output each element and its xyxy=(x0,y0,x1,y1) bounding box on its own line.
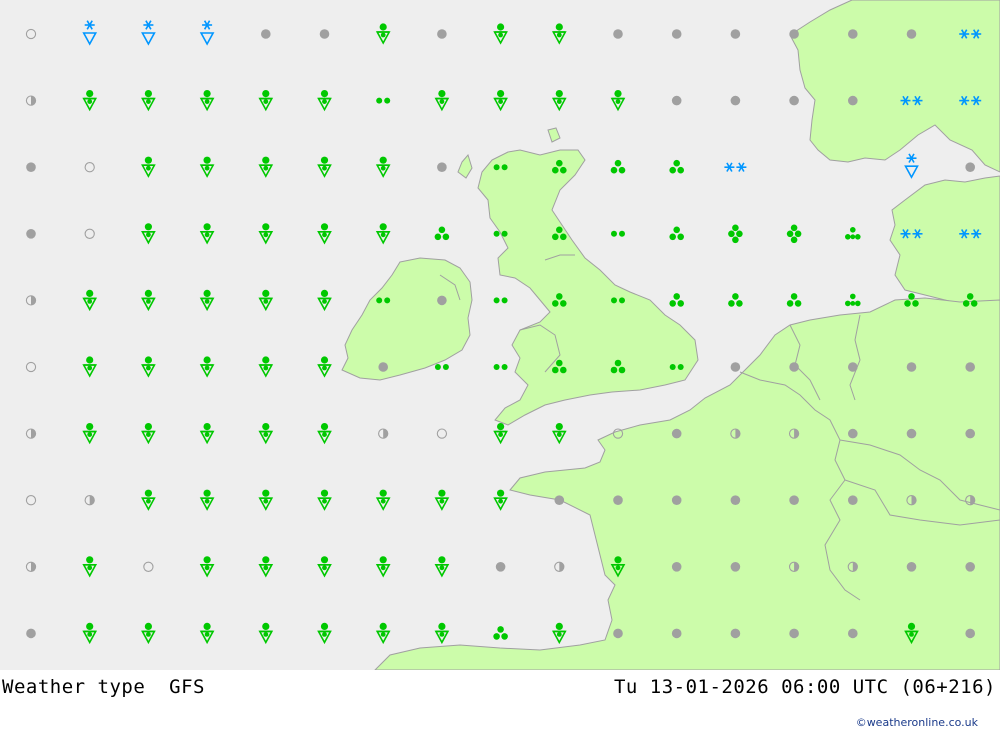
overcast-icon xyxy=(437,295,447,306)
overcast-icon xyxy=(789,495,799,506)
overcast-icon xyxy=(671,29,682,39)
overcast-icon xyxy=(848,29,858,39)
overcast-icon xyxy=(965,362,975,372)
overcast-icon xyxy=(730,362,741,372)
overcast-icon xyxy=(848,428,858,439)
overcast-icon xyxy=(26,229,36,239)
overcast-icon xyxy=(261,29,271,39)
map-datetime: Tu 13-01-2026 06:00 UTC (06+216) xyxy=(613,676,996,698)
overcast-icon xyxy=(965,428,975,439)
overcast-icon xyxy=(26,162,36,172)
overcast-icon xyxy=(789,628,799,639)
overcast-icon xyxy=(671,562,682,572)
overcast-icon xyxy=(906,362,917,372)
overcast-icon xyxy=(554,495,565,506)
overcast-icon xyxy=(319,29,330,39)
credit-link[interactable]: ©weatheronline.co.uk xyxy=(856,716,978,729)
overcast-icon xyxy=(789,29,799,39)
overcast-icon xyxy=(26,628,36,639)
overcast-icon xyxy=(613,29,623,39)
overcast-icon xyxy=(730,95,741,106)
overcast-icon xyxy=(730,628,741,639)
overcast-icon xyxy=(613,628,623,639)
overcast-icon xyxy=(671,628,682,639)
overcast-icon xyxy=(671,495,682,506)
overcast-icon xyxy=(495,562,506,572)
overcast-icon xyxy=(378,362,389,372)
overcast-icon xyxy=(965,628,975,639)
overcast-icon xyxy=(789,362,799,372)
overcast-icon xyxy=(848,628,858,639)
overcast-icon xyxy=(437,29,447,39)
overcast-icon xyxy=(848,362,858,372)
overcast-icon xyxy=(730,562,741,572)
weather-map xyxy=(0,0,1000,670)
overcast-icon xyxy=(848,95,858,106)
overcast-icon xyxy=(848,495,858,506)
overcast-icon xyxy=(613,495,623,506)
overcast-icon xyxy=(906,428,917,439)
overcast-icon xyxy=(671,428,682,439)
overcast-icon xyxy=(789,95,799,106)
overcast-icon xyxy=(730,29,741,39)
overcast-icon xyxy=(906,29,917,39)
overcast-icon xyxy=(965,562,975,572)
map-title: Weather type GFS xyxy=(2,676,205,698)
overcast-icon xyxy=(437,162,447,172)
overcast-icon xyxy=(965,162,975,172)
overcast-icon xyxy=(671,95,682,106)
land-norway xyxy=(789,0,1000,173)
overcast-icon xyxy=(906,562,917,572)
overcast-icon xyxy=(730,495,741,506)
